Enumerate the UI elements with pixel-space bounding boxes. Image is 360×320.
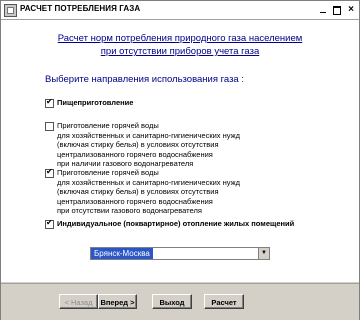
minimize-button[interactable] bbox=[316, 4, 330, 16]
option-detail: для хозяйственных и санитарно-гигиеничес… bbox=[57, 130, 240, 140]
close-button[interactable]: × bbox=[344, 4, 358, 16]
app-window: РАСЧЕТ ПОТРЕБЛЕНИЯ ГАЗА × Расчет норм по… bbox=[0, 0, 360, 320]
title-bar: РАСЧЕТ ПОТРЕБЛЕНИЯ ГАЗА × bbox=[1, 1, 359, 20]
option-detail: централизованного горячего водоснабжения bbox=[57, 196, 213, 206]
option-detail: централизованного горячего водоснабжения bbox=[57, 149, 213, 159]
checkbox-hot-water-with-heater[interactable] bbox=[45, 122, 54, 131]
option-detail: при отсутствии газового водонагревателя bbox=[57, 206, 202, 216]
content-panel: Расчет норм потребления природного газа … bbox=[1, 20, 359, 282]
checkbox-individual-heating[interactable] bbox=[45, 218, 54, 229]
option-label: Индивидуальное (поквартирное) отопление … bbox=[57, 219, 295, 228]
option-detail: (включая стирку белья) в условиях отсутс… bbox=[57, 140, 219, 150]
option-label: Приготовление горячей воды bbox=[57, 168, 159, 177]
back-button[interactable]: < Назад bbox=[59, 294, 98, 309]
maximize-button[interactable] bbox=[330, 4, 344, 16]
maximize-icon bbox=[333, 6, 341, 15]
option-label: Приготовление горячей воды bbox=[57, 121, 159, 130]
option-label: Пищеприготовление bbox=[57, 98, 134, 107]
app-icon bbox=[4, 4, 17, 17]
region-select-value: Брянск-Москва bbox=[91, 248, 153, 259]
next-button[interactable]: Вперед > bbox=[98, 294, 137, 309]
options-heading: Выберите направления использования газа … bbox=[45, 74, 244, 85]
checkbox-cooking[interactable] bbox=[45, 97, 54, 108]
window-title: РАСЧЕТ ПОТРЕБЛЕНИЯ ГАЗА bbox=[20, 4, 141, 13]
checkbox-hot-water-without-heater[interactable] bbox=[45, 167, 54, 178]
exit-button[interactable]: Выход bbox=[152, 294, 192, 309]
chevron-down-icon[interactable]: ▼ bbox=[258, 248, 269, 259]
page-title: Расчет норм потребления природного газа … bbox=[1, 32, 359, 58]
calculate-button[interactable]: Расчет bbox=[204, 294, 244, 309]
option-detail: для хозяйственных и санитарно-гигиеничес… bbox=[57, 177, 240, 187]
region-select[interactable]: Брянск-Москва ▼ bbox=[90, 247, 270, 260]
page-title-line-1: Расчет норм потребления природного газа … bbox=[57, 33, 303, 44]
page-title-line-2: при отсутствии приборов учета газа bbox=[100, 46, 260, 57]
button-bar: < Назад Вперед > Выход Расчет bbox=[1, 283, 359, 320]
minimize-icon bbox=[320, 12, 326, 13]
option-detail: (включая стирку белья) в условиях отсутс… bbox=[57, 187, 219, 197]
